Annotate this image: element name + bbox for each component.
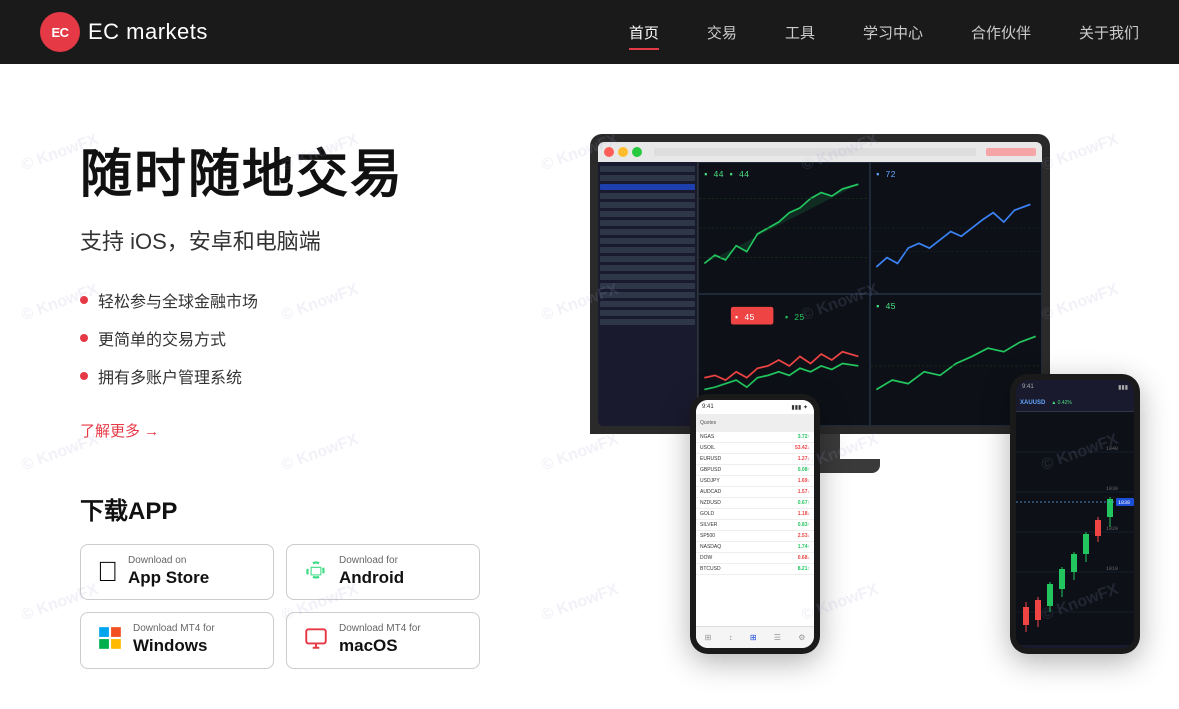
nav-link-partner[interactable]: 合作伙伴 bbox=[971, 25, 1031, 46]
svg-text:▪ 45: ▪ 45 bbox=[734, 312, 754, 323]
phone-statusbar-right: 9:41 ▮▮▮ bbox=[1016, 380, 1134, 394]
download-section: 下载APP  Download on App Store Do bbox=[80, 491, 560, 668]
monitor-frame: ▪ 44 ▪ 44 bbox=[590, 134, 1050, 434]
hero-left: 随时随地交易 支持 iOS，安卓和电脑端 轻松参与全球金融市场 更简单的交易方式… bbox=[80, 124, 560, 669]
bullet-dot-1 bbox=[80, 296, 88, 304]
logo-area[interactable]: EC EC markets bbox=[40, 12, 208, 52]
phone-quote-row: USOIL53.42↓ bbox=[696, 443, 814, 454]
feature-item-1: 轻松参与全球金融市场 bbox=[80, 288, 560, 312]
phone-left-screen: 9:41▮▮▮ ✦ Quotes NGAS3.72↑ USOIL53.42↓ E… bbox=[696, 400, 814, 648]
nav-item-partner[interactable]: 合作伙伴 bbox=[971, 22, 1031, 43]
navbar: EC EC markets 首页 交易 工具 学习中心 合作伙伴 关于我们 bbox=[0, 0, 1179, 64]
phone-quote-row: GOLD1.18↓ bbox=[696, 509, 814, 520]
download-macos-button[interactable]: Download MT4 for macOS bbox=[286, 612, 480, 668]
svg-text:▪ 44 ▪ 44: ▪ 44 ▪ 44 bbox=[703, 170, 749, 181]
nav-item-tools[interactable]: 工具 bbox=[785, 22, 815, 43]
logo-text: EC markets bbox=[88, 19, 208, 45]
chart-panel-tl: ▪ 44 ▪ 44 bbox=[698, 162, 870, 294]
bullet-dot-3 bbox=[80, 372, 88, 380]
phone-quote-row: NZDUSD0.67↑ bbox=[696, 498, 814, 509]
download-appstore-button[interactable]:  Download on App Store bbox=[80, 544, 274, 600]
svg-text:▪ 72: ▪ 72 bbox=[875, 170, 895, 181]
phone-quote-row: USDJPY1.69↓ bbox=[696, 476, 814, 487]
apple-icon:  bbox=[97, 558, 118, 586]
logo-icon: EC bbox=[40, 12, 80, 52]
svg-text:1810: 1810 bbox=[1106, 566, 1118, 572]
download-buttons:  Download on App Store Download for And… bbox=[80, 544, 480, 668]
feature-item-2: 更简单的交易方式 bbox=[80, 326, 560, 350]
monitor-titlebar bbox=[598, 142, 1042, 162]
phone-quote-row: NGAS3.72↑ bbox=[696, 432, 814, 443]
monitor: ▪ 44 ▪ 44 bbox=[590, 134, 1050, 474]
appstore-text: Download on App Store bbox=[128, 555, 209, 589]
phone-right: 9:41 ▮▮▮ XAUUSD ▲ 0.42% bbox=[1010, 374, 1140, 654]
phone-bottom-nav: ⊞ ↕ ⊞ ☰ ⚙ bbox=[696, 626, 814, 648]
win-min bbox=[618, 147, 628, 157]
phone-bottom-nav-right: ⊞ 📊 📈 ☰ ⚙ bbox=[1016, 645, 1134, 648]
monitor-screen: ▪ 44 ▪ 44 bbox=[598, 142, 1042, 426]
feature-item-3: 拥有多账户管理系统 bbox=[80, 364, 560, 388]
android-text: Download for Android bbox=[339, 555, 404, 589]
nav-item-about[interactable]: 关于我们 bbox=[1079, 22, 1139, 43]
download-title: 下载APP bbox=[80, 491, 560, 526]
svg-text:1840: 1840 bbox=[1106, 446, 1118, 452]
phone-right-screen: 9:41 ▮▮▮ XAUUSD ▲ 0.42% bbox=[1016, 380, 1134, 648]
svg-text:1830: 1830 bbox=[1106, 486, 1118, 492]
hero-section: 随时随地交易 支持 iOS，安卓和电脑端 轻松参与全球金融市场 更简单的交易方式… bbox=[0, 64, 1179, 709]
android-icon bbox=[303, 557, 329, 588]
macos-text: Download MT4 for macOS bbox=[339, 623, 421, 657]
hero-subtitle: 支持 iOS，安卓和电脑端 bbox=[80, 224, 560, 256]
device-container: ▪ 44 ▪ 44 bbox=[560, 134, 1140, 654]
phone-quote-row: NASDAQ1.74↑ bbox=[696, 542, 814, 553]
nav-link-learn[interactable]: 学习中心 bbox=[863, 25, 923, 46]
phone-quote-row: SILVER0.83↑ bbox=[696, 520, 814, 531]
download-windows-button[interactable]: Download MT4 for Windows bbox=[80, 612, 274, 668]
svg-text:▪ 25: ▪ 25 bbox=[784, 312, 804, 323]
phone-quote-row: BTCUSD8.21↑ bbox=[696, 564, 814, 575]
nav-link-home[interactable]: 首页 bbox=[629, 25, 659, 46]
phone-quote-row: GBPUSD0.08↑ bbox=[696, 465, 814, 476]
windows-text: Download MT4 for Windows bbox=[133, 623, 215, 657]
svg-text:▪ 45: ▪ 45 bbox=[875, 302, 895, 313]
hero-right: ▪ 44 ▪ 44 bbox=[560, 124, 1140, 654]
phone-quotes-content: NGAS3.72↑ USOIL53.42↓ EURUSD1.27↓ GBPUSD… bbox=[696, 432, 814, 626]
phone-left: 9:41▮▮▮ ✦ Quotes NGAS3.72↑ USOIL53.42↓ E… bbox=[690, 394, 820, 654]
phone-nav-left: Quotes bbox=[696, 414, 814, 432]
nav-link-about[interactable]: 关于我们 bbox=[1079, 25, 1139, 46]
phone-quote-row: DOW0.68↓ bbox=[696, 553, 814, 564]
win-max bbox=[632, 147, 642, 157]
svg-text:1820: 1820 bbox=[1106, 526, 1118, 532]
svg-text:1838: 1838 bbox=[1118, 500, 1130, 506]
monitor-sidebar bbox=[598, 162, 698, 426]
chart-panel-tr: ▪ 72 bbox=[870, 162, 1042, 294]
macos-icon bbox=[303, 625, 329, 656]
windows-icon bbox=[97, 625, 123, 656]
nav-item-trade[interactable]: 交易 bbox=[707, 22, 737, 43]
bullet-dot-2 bbox=[80, 334, 88, 342]
win-close bbox=[604, 147, 614, 157]
phone-chart-header: XAUUSD ▲ 0.42% bbox=[1016, 394, 1134, 412]
nav-link-tools[interactable]: 工具 bbox=[785, 25, 815, 46]
phone-quote-row: SP5002.53↓ bbox=[696, 531, 814, 542]
nav-link-trade[interactable]: 交易 bbox=[707, 25, 737, 46]
hero-title: 随时随地交易 bbox=[80, 144, 560, 206]
learn-more-link[interactable]: 了解更多 → bbox=[80, 420, 159, 441]
nav-links: 首页 交易 工具 学习中心 合作伙伴 关于我们 bbox=[629, 22, 1139, 43]
download-android-button[interactable]: Download for Android bbox=[286, 544, 480, 600]
phone-statusbar-left: 9:41▮▮▮ ✦ bbox=[696, 400, 814, 414]
nav-item-home[interactable]: 首页 bbox=[629, 22, 659, 43]
nav-item-learn[interactable]: 学习中心 bbox=[863, 22, 923, 43]
phone-quote-row: AUDCAD1.57↓ bbox=[696, 487, 814, 498]
phone-quote-row: EURUSD1.27↓ bbox=[696, 454, 814, 465]
phone-chart-svg: 1840 1830 1820 1810 bbox=[1016, 412, 1134, 640]
features-list: 轻松参与全球金融市场 更简单的交易方式 拥有多账户管理系统 bbox=[80, 288, 560, 388]
